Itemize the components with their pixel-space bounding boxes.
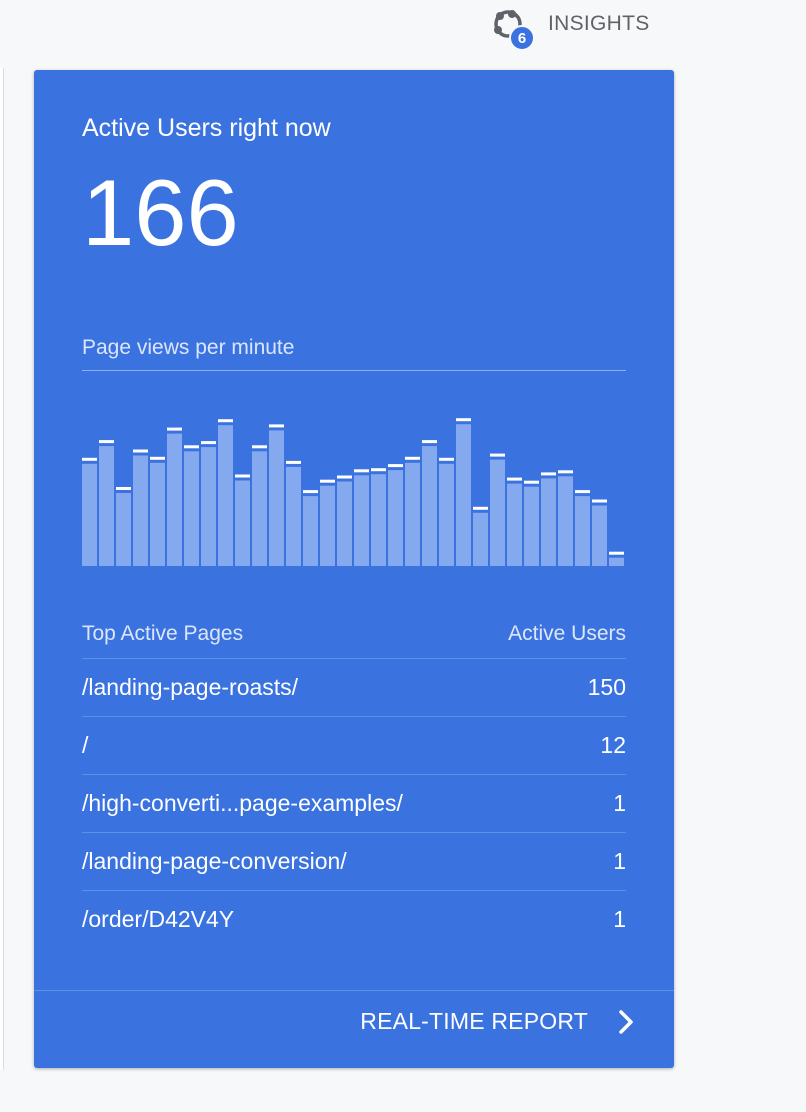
- chart-bar: [150, 462, 165, 566]
- chart-bar: [201, 447, 216, 566]
- chart-bar-cap: [456, 418, 471, 422]
- chart-bar-cap: [507, 477, 522, 481]
- chart-bar-cap: [99, 440, 114, 444]
- insights-label: INSIGHTS: [548, 12, 650, 35]
- chart-bar-cap: [473, 506, 488, 510]
- chart-bar-cap: [201, 441, 216, 445]
- chart-bar-cap: [405, 456, 420, 460]
- chart-bar: [541, 478, 556, 566]
- chart-bar: [218, 425, 233, 566]
- pageviews-divider: [82, 370, 626, 371]
- chart-bar: [609, 557, 624, 566]
- chart-bar: [99, 446, 114, 566]
- page-path: /order/D42V4Y: [82, 906, 235, 932]
- page-users: 1: [613, 848, 626, 874]
- page-users: 1: [613, 906, 626, 932]
- chart-bar: [269, 430, 284, 566]
- chart-bar-cap: [235, 474, 250, 478]
- chart-bar: [558, 476, 573, 566]
- card-title: Active Users right now: [82, 114, 331, 142]
- chart-bar-cap: [82, 457, 97, 461]
- chart-bar: [456, 424, 471, 566]
- chart-bar-cap: [558, 470, 573, 474]
- chart-bar-cap: [422, 440, 437, 444]
- chart-bar-cap: [116, 487, 131, 490]
- chart-bar: [473, 512, 488, 566]
- chart-bar: [422, 446, 437, 566]
- chart-bar: [303, 496, 318, 566]
- left-panel-edge: [0, 68, 4, 1070]
- chart-bar-cap: [490, 453, 505, 457]
- chart-bar-cap: [150, 456, 165, 460]
- table-row: /landing-page-roasts/ 150: [82, 659, 626, 717]
- page-users: 150: [587, 674, 626, 700]
- chart-bar: [524, 486, 539, 566]
- chart-bar: [133, 455, 148, 566]
- chart-bar-cap: [575, 490, 590, 494]
- chart-bar: [405, 462, 420, 566]
- chart-bar: [507, 483, 522, 566]
- chart-bar: [167, 433, 182, 566]
- chart-bar-cap: [218, 419, 233, 423]
- chart-bar: [490, 459, 505, 566]
- insights-button[interactable]: 6 INSIGHTS: [492, 4, 650, 51]
- chevron-right-icon: [619, 1009, 633, 1034]
- chart-bar: [82, 463, 97, 566]
- table-header: Top Active Pages Active Users: [82, 622, 626, 646]
- chart-bar: [252, 451, 267, 566]
- page-users: 1: [613, 790, 626, 816]
- page-path: /high-converti...page-examples/: [82, 790, 403, 816]
- footer-divider: [34, 990, 674, 991]
- chart-bar: [388, 470, 403, 566]
- chart-bar-cap: [371, 468, 386, 472]
- table-row: /high-converti...page-examples/ 1: [82, 775, 626, 833]
- chart-bar: [184, 451, 199, 566]
- realtime-card: Active Users right now 166 Page views pe…: [34, 70, 674, 1068]
- realtime-report-link[interactable]: REAL-TIME REPORT: [360, 1008, 634, 1035]
- chart-bar: [354, 475, 369, 566]
- table-row: /landing-page-conversion/ 1: [82, 833, 626, 891]
- chart-bar: [371, 474, 386, 566]
- chart-bar-cap: [354, 469, 369, 473]
- chart-bar-cap: [286, 460, 301, 464]
- page-users: 12: [600, 732, 626, 758]
- chart-bar: [235, 480, 250, 566]
- chart-bar: [320, 485, 335, 566]
- chart-bar-cap: [133, 449, 148, 453]
- chart-bar-cap: [609, 551, 624, 555]
- top-pages-header: Top Active Pages: [82, 622, 244, 645]
- chart-bar: [337, 481, 352, 566]
- chart-bar-cap: [439, 457, 454, 461]
- table-row: / 12: [82, 717, 626, 775]
- chart-bar: [286, 466, 301, 566]
- page-path: /landing-page-roasts/: [82, 674, 299, 700]
- pageviews-label: Page views per minute: [82, 336, 295, 359]
- active-users-count: 166: [82, 160, 239, 265]
- top-pages-list: /landing-page-roasts/ 150 / 12 /high-con…: [82, 659, 626, 948]
- insights-count-badge: 6: [509, 25, 535, 51]
- active-users-header: Active Users: [508, 622, 626, 645]
- realtime-report-label: REAL-TIME REPORT: [360, 1008, 588, 1034]
- chart-bar: [116, 493, 131, 566]
- chart-bar-cap: [388, 464, 403, 468]
- page-path: /landing-page-conversion/: [82, 848, 347, 874]
- chart-bar-cap: [524, 480, 539, 484]
- chart-bar-cap: [541, 472, 556, 476]
- pageviews-chart: [82, 418, 624, 566]
- page-path: /: [82, 732, 89, 758]
- chart-bar: [439, 463, 454, 566]
- chart-bar: [592, 505, 607, 566]
- chart-bar-cap: [252, 445, 267, 449]
- chart-bar-cap: [592, 499, 607, 503]
- chart-bar-cap: [303, 490, 318, 494]
- insights-icon: 6: [492, 6, 535, 51]
- chart-bar-cap: [337, 475, 352, 479]
- table-row: /order/D42V4Y 1: [82, 891, 626, 948]
- chart-bar-cap: [320, 479, 335, 483]
- chart-bar-cap: [167, 427, 182, 431]
- chart-bar-cap: [184, 445, 199, 449]
- chart-bar: [575, 496, 590, 566]
- chart-bar-cap: [269, 424, 284, 428]
